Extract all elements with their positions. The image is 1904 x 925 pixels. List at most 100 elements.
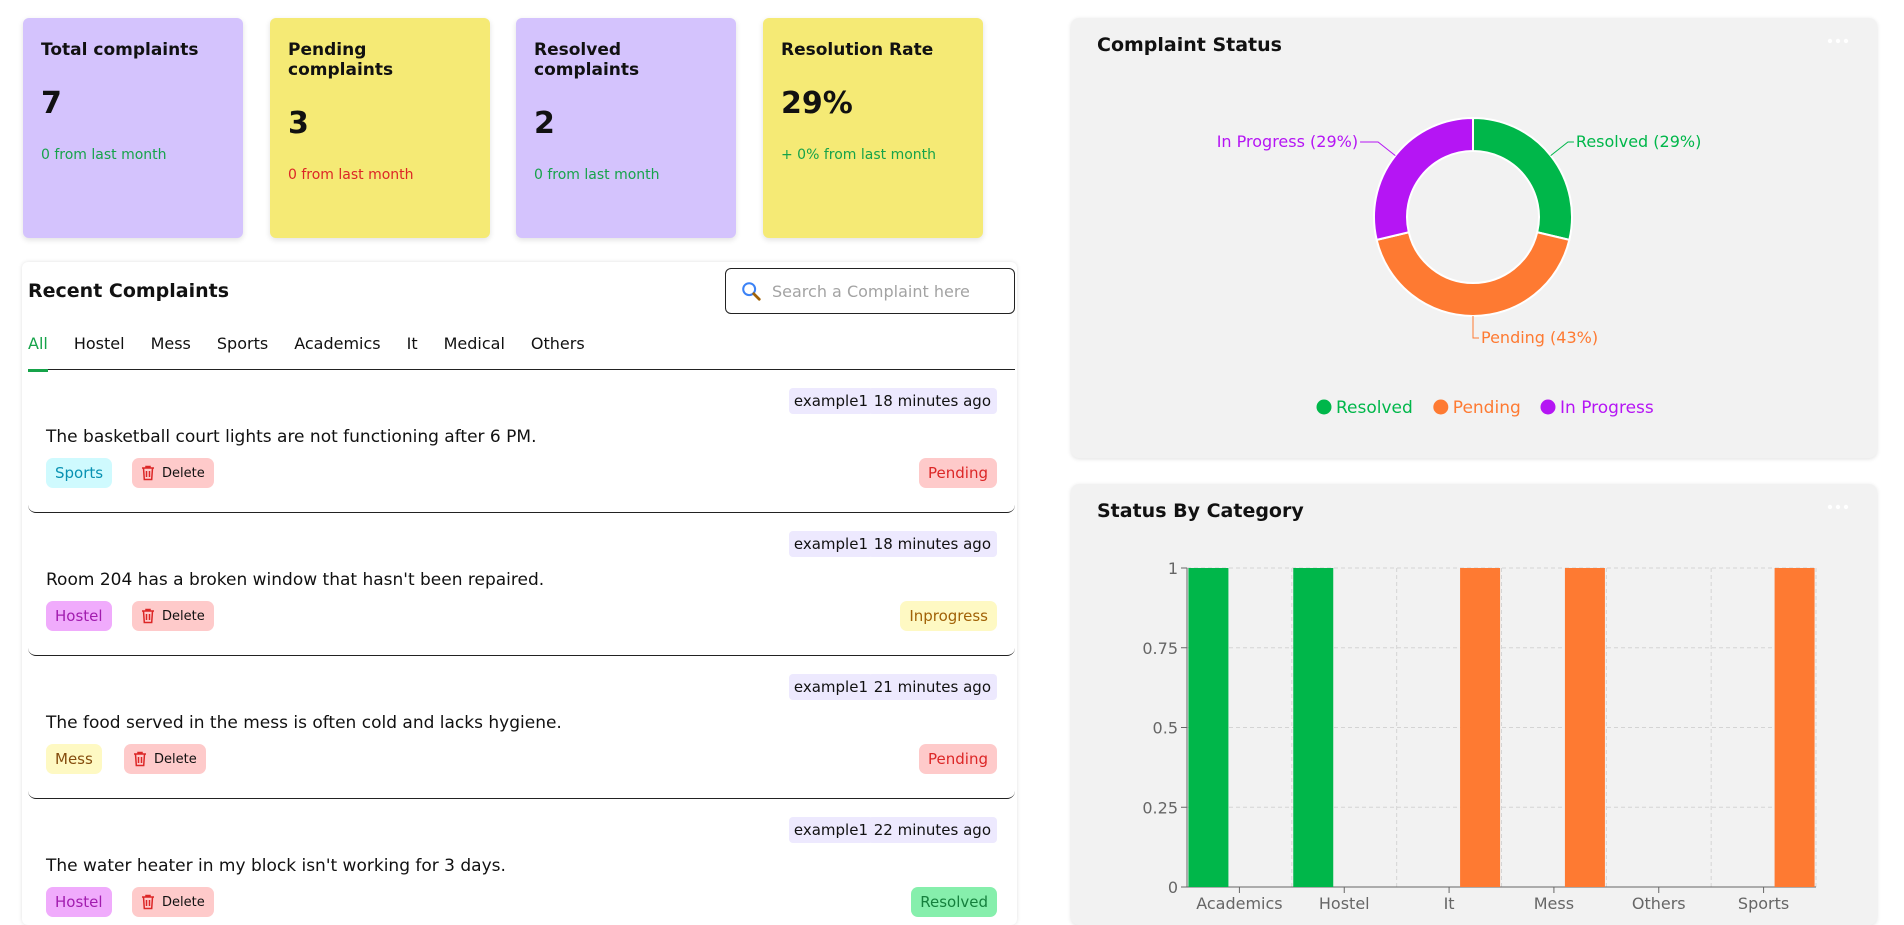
- complaint-time: 18 minutes ago: [867, 531, 997, 557]
- complaint-time: 22 minutes ago: [867, 817, 997, 843]
- complaint-status-panel: Complaint Status Resolved (29%) Pending (…: [1071, 18, 1877, 458]
- stat-card-resolution-rate: Resolution Rate 29% + 0% from last month: [763, 18, 983, 238]
- y-tick-label: 0.5: [1153, 719, 1178, 738]
- x-tick-label: It: [1444, 894, 1455, 913]
- legend-marker: [1316, 399, 1332, 415]
- x-tick-label: Sports: [1738, 894, 1789, 913]
- stat-title: Resolution Rate: [781, 40, 934, 60]
- category-badge: Mess: [46, 744, 102, 774]
- donut-slice-resolved: [1472, 116, 1573, 242]
- complaint-time: 21 minutes ago: [867, 674, 997, 700]
- stat-title: Pending complaints: [288, 40, 394, 80]
- tab-it[interactable]: It: [407, 332, 418, 370]
- stat-delta: 0 from last month: [41, 147, 167, 163]
- stat-card-resolved: Resolved complaints 2 0 from last month: [516, 18, 736, 238]
- complaint-user: example1: [788, 388, 873, 414]
- slice-leader-line: [1550, 141, 1574, 157]
- search-input[interactable]: [772, 281, 992, 301]
- complaint-user: example1: [788, 674, 873, 700]
- status-badge: Pending: [919, 744, 997, 774]
- donut-chart: Resolved (29%) Pending (43%) In Progress (…: [1217, 116, 1701, 418]
- bar-resolved-hostel: [1293, 568, 1334, 887]
- legend-label: In Progress: [1560, 398, 1654, 418]
- slice-label: In Progress (29%): [1217, 132, 1358, 151]
- x-tick-label: Mess: [1534, 894, 1574, 913]
- bar-pending-it: [1460, 568, 1501, 887]
- x-tick-label: Academics: [1196, 894, 1282, 913]
- chart-legend: Resolved Pending In Progress: [1316, 398, 1654, 418]
- recent-complaints-title: Recent Complaints: [28, 280, 230, 302]
- y-tick-label: 1: [1168, 559, 1178, 578]
- legend-label: Resolved: [1336, 398, 1413, 418]
- stat-title: Total complaints: [41, 40, 199, 60]
- delete-label: Delete: [162, 608, 205, 624]
- delete-button[interactable]: Delete: [132, 601, 214, 631]
- delete-button[interactable]: Delete: [132, 887, 214, 917]
- status-badge: Resolved: [911, 887, 997, 917]
- complaint-user: example1: [788, 531, 873, 557]
- search-box[interactable]: [725, 268, 1015, 314]
- stat-card-total: Total complaints 7 0 from last month: [23, 18, 243, 238]
- complaint-item: example1 18 minutes ago The basketball c…: [28, 370, 1015, 513]
- tab-medical[interactable]: Medical: [444, 332, 505, 370]
- delete-button[interactable]: Delete: [132, 458, 214, 488]
- y-tick-label: 0: [1168, 878, 1178, 897]
- category-badge: Sports: [46, 458, 113, 488]
- complaint-user: example1: [788, 817, 873, 843]
- complaint-item: example1 18 minutes ago Room 204 has a b…: [28, 513, 1015, 656]
- complaint-time: 18 minutes ago: [867, 388, 997, 414]
- complaint-item: example1 22 minutes ago The water heater…: [28, 799, 1015, 925]
- bar-pending-mess: [1564, 568, 1605, 887]
- search-icon: [742, 282, 761, 301]
- y-tick-label: 0.75: [1142, 639, 1178, 658]
- slice-leader-line: [1360, 141, 1396, 157]
- complaint-description: Room 204 has a broken window that hasn't…: [46, 570, 545, 590]
- delete-label: Delete: [162, 465, 205, 481]
- tab-others[interactable]: Others: [531, 332, 585, 370]
- delete-label: Delete: [154, 751, 197, 767]
- delete-label: Delete: [162, 894, 205, 910]
- tab-academics[interactable]: Academics: [294, 332, 380, 370]
- stat-value: 2: [534, 106, 555, 141]
- donut-slice-in-progress: [1373, 116, 1474, 242]
- status-badge: Inprogress: [900, 601, 997, 631]
- legend-label: Pending: [1453, 398, 1521, 418]
- complaint-list: example1 18 minutes ago The basketball c…: [28, 370, 1015, 925]
- category-tabs: All Hostel Mess Sports Academics It Medi…: [28, 332, 1015, 372]
- stat-value: 7: [41, 86, 62, 121]
- tab-hostel[interactable]: Hostel: [74, 332, 125, 370]
- complaint-description: The water heater in my block isn't worki…: [46, 856, 506, 876]
- slice-label: Resolved (29%): [1576, 132, 1701, 151]
- stat-value: 29%: [781, 86, 853, 121]
- stat-value: 3: [288, 106, 309, 141]
- dashboard: Total complaints 7 0 from last month Pen…: [0, 0, 1904, 925]
- status-by-category-panel: Status By Category 0 0.25 0.5 0.75 1 Academic…: [1071, 484, 1877, 925]
- legend-marker: [1540, 399, 1556, 415]
- x-tick-label: Hostel: [1319, 894, 1370, 913]
- trash-icon: [134, 751, 146, 767]
- tab-all[interactable]: All: [28, 332, 48, 372]
- trash-icon: [142, 465, 154, 481]
- tab-sports[interactable]: Sports: [217, 332, 268, 370]
- stat-title: Resolved complaints: [534, 40, 640, 80]
- status-badge: Pending: [919, 458, 997, 488]
- bar-pending-sports: [1774, 568, 1815, 887]
- recent-complaints-panel: Recent Complaints All Hostel Mess Sports…: [22, 262, 1017, 925]
- trash-icon: [142, 608, 154, 624]
- stat-delta: 0 from last month: [534, 167, 660, 183]
- category-badge: Hostel: [46, 601, 112, 631]
- slice-leader-line: [1472, 316, 1479, 339]
- complaint-item: example1 21 minutes ago The food served …: [28, 656, 1015, 799]
- complaint-description: The basketball court lights are not func…: [46, 427, 537, 447]
- delete-button[interactable]: Delete: [124, 744, 206, 774]
- x-tick-label: Others: [1632, 894, 1686, 913]
- y-tick-label: 0.25: [1142, 798, 1178, 817]
- stat-card-pending: Pending complaints 3 0 from last month: [270, 18, 490, 238]
- stat-delta: 0 from last month: [288, 167, 414, 183]
- category-badge: Hostel: [46, 887, 112, 917]
- stat-delta: + 0% from last month: [781, 147, 937, 163]
- legend-marker: [1433, 399, 1449, 415]
- trash-icon: [142, 894, 154, 910]
- tab-mess[interactable]: Mess: [151, 332, 191, 370]
- bar-chart: 0 0.25 0.5 0.75 1 Academics Hostel It Mess Others…: [1142, 559, 1817, 913]
